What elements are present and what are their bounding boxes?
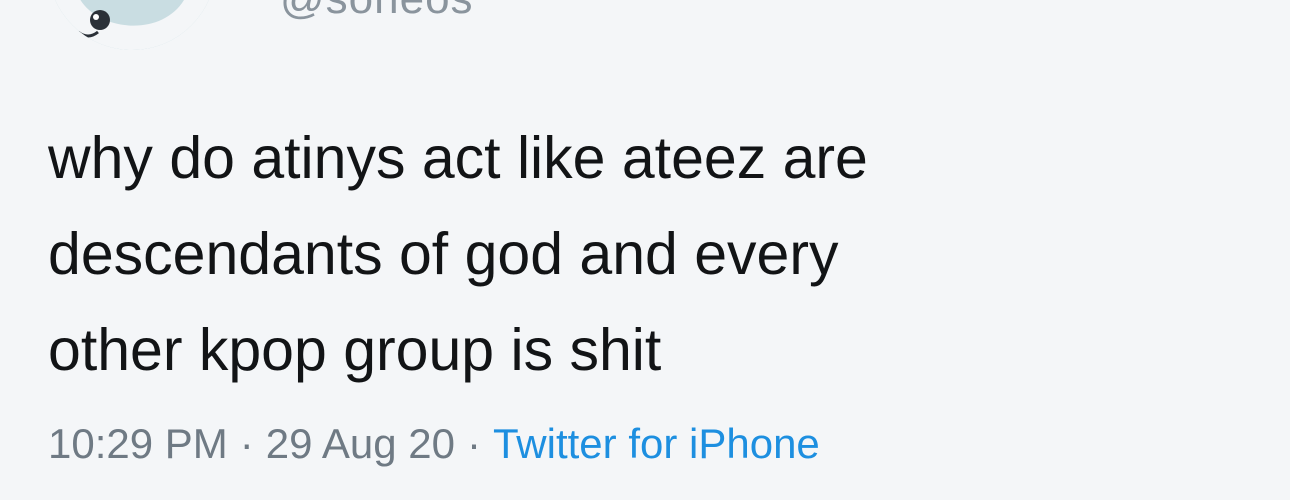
tweet-time[interactable]: 10:29 PM [48, 420, 228, 467]
tweet-text-line: descendants of god and every [48, 221, 839, 287]
avatar-icon [48, 0, 216, 50]
tweet-text: why do atinys act like ateez are descend… [48, 110, 1248, 398]
tweet-date[interactable]: 29 Aug 20 [266, 420, 455, 467]
tweet-source-link[interactable]: Twitter for iPhone [493, 420, 820, 467]
avatar[interactable] [48, 0, 216, 50]
tweet-text-line: why do atinys act like ateez are [48, 125, 868, 191]
meta-separator: · [239, 420, 254, 467]
meta-separator: · [466, 420, 481, 467]
tweet-card: @soneos why do atinys act like ateez are… [0, 0, 1290, 500]
tweet-text-line: other kpop group is shit [48, 317, 662, 383]
user-handle[interactable]: @soneos [280, 0, 474, 24]
tweet-meta: 10:29 PM · 29 Aug 20 · Twitter for iPhone [48, 420, 820, 468]
